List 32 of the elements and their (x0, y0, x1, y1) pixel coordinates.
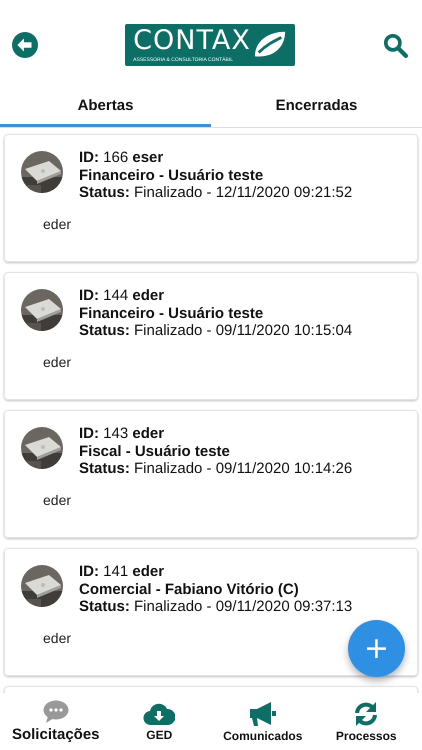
ticket-subject: Financeiro - Usuário teste (79, 166, 264, 184)
cloud-download-icon[interactable] (143, 702, 176, 726)
ticket-body: eder (42, 492, 72, 508)
sync-icon[interactable] (353, 700, 380, 726)
megaphone-icon[interactable] (248, 700, 277, 726)
nav-label[interactable]: GED (146, 728, 172, 742)
back-icon[interactable] (12, 32, 38, 58)
tab[interactable]: Abertas (0, 90, 211, 127)
ticket-card[interactable]: ID: 144 eder Financeiro - Usuário teste Status: Finalizado - 09/11/2020 10:15:04 eder (4, 272, 418, 400)
ticket-status: Status: Finalizado - 12/11/2020 09:21:52 (79, 184, 352, 202)
ticket-status: Status: Finalizado - 09/11/2020 10:14:26 (79, 460, 352, 478)
logo-title: CONTAX (133, 26, 251, 56)
ticket-body: eder (42, 354, 72, 370)
ticket-card[interactable]: ID: 166 eser Financeiro - Usuário teste Status: Finalizado - 12/11/2020 09:21:52 eder (4, 134, 418, 262)
ticket-status: Status: Finalizado - 09/11/2020 10:15:04 (79, 322, 352, 340)
ticket-id: ID: 143 eder (79, 425, 166, 442)
ticket-body: eder (42, 630, 72, 646)
tab[interactable]: Encerradas (211, 90, 422, 127)
ticket-subject: Financeiro - Usuário teste (79, 304, 264, 322)
nav-label[interactable]: Processos (336, 728, 397, 742)
chat-icon[interactable] (42, 700, 69, 724)
ticket-body: eder (42, 216, 72, 232)
ticket-status: Status: Finalizado - 09/11/2020 09:37:13 (79, 598, 352, 616)
nav-label[interactable]: Solicitações (12, 726, 100, 743)
nav-label[interactable]: Comunicados (223, 728, 302, 742)
ticket-id: ID: 141 eder (79, 563, 166, 580)
ticket-card[interactable]: ID: 143 eder Fiscal - Usuário teste Status: Finalizado - 09/11/2020 10:14:26 eder (4, 410, 418, 538)
ticket-subject: Fiscal - Usuário teste (79, 442, 231, 460)
ticket-subject: Comercial - Fabiano Vitório (C) (79, 580, 300, 598)
search-icon[interactable] (382, 32, 408, 58)
ticket-id: ID: 144 eder (79, 287, 166, 304)
ticket-id: ID: 166 eser (79, 149, 164, 166)
